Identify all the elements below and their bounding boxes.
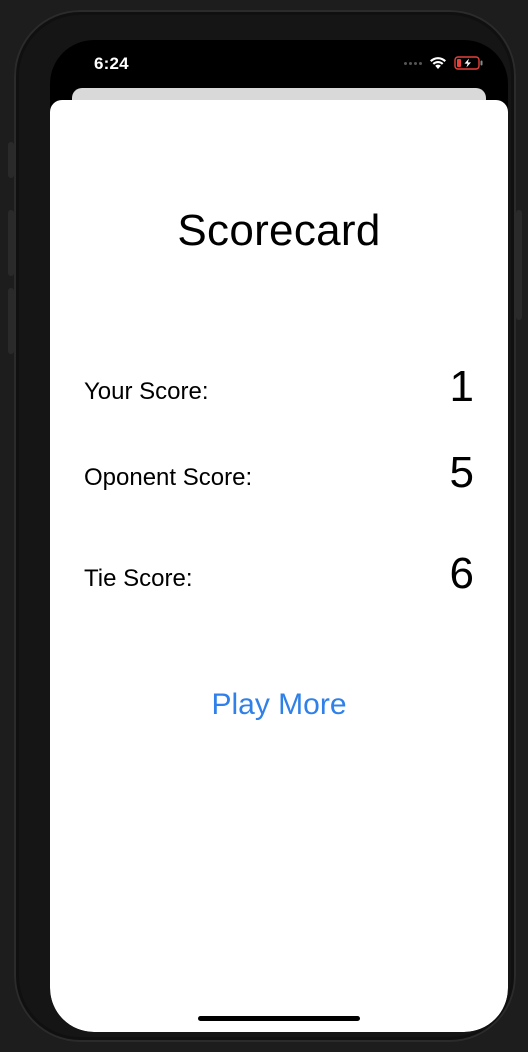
score-row-opponent: Oponent Score: 5 <box>84 448 474 498</box>
status-time: 6:24 <box>94 54 129 73</box>
play-more-button[interactable]: Play More <box>50 688 508 722</box>
volume-down-button <box>8 288 14 354</box>
your-score-label: Your Score: <box>84 378 209 405</box>
signal-dots-icon <box>404 61 422 65</box>
opponent-score-value: 5 <box>449 448 474 497</box>
scorecard-sheet: Scorecard Your Score: 1 Oponent Score: 5… <box>50 100 508 1032</box>
volume-up-button <box>8 210 14 276</box>
phone-frame: 6:24 Scorecard Your Score: 1 Oponent Sco… <box>8 10 522 1042</box>
battery-charging-icon <box>454 56 483 70</box>
opponent-score-label: Oponent Score: <box>84 464 253 491</box>
screen: 6:24 Scorecard Your Score: 1 Oponent Sco… <box>50 40 508 1032</box>
page-title: Scorecard <box>177 206 381 255</box>
score-row-your: Your Score: 1 <box>84 362 474 412</box>
mute-switch <box>8 142 14 178</box>
status-icons <box>404 56 484 70</box>
score-row-tie: Tie Score: 6 <box>84 549 474 599</box>
wifi-icon <box>430 57 446 69</box>
power-button <box>516 210 522 320</box>
tie-score-label: Tie Score: <box>84 565 193 592</box>
home-indicator[interactable] <box>198 1016 360 1021</box>
your-score-value: 1 <box>449 362 474 411</box>
notch <box>164 40 394 74</box>
tie-score-value: 6 <box>449 549 474 598</box>
